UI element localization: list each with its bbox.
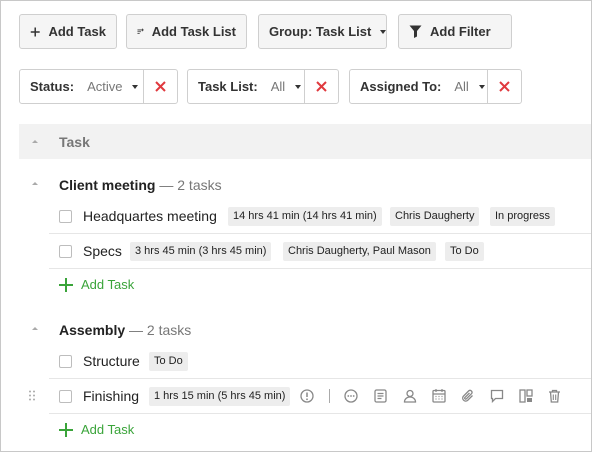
group-dropdown[interactable]: Group: Task List xyxy=(258,14,387,49)
chevron-down-icon xyxy=(478,84,485,89)
notes-icon[interactable] xyxy=(374,389,387,403)
task-checkbox[interactable] xyxy=(59,354,72,368)
status-filter[interactable]: Status: Active xyxy=(19,69,178,104)
calendar-icon[interactable] xyxy=(432,388,446,403)
add-filter-button[interactable]: Add Filter xyxy=(398,14,512,49)
group-name: Client meeting xyxy=(59,177,156,193)
status-tag: In progress xyxy=(490,207,556,226)
attachment-icon[interactable] xyxy=(461,389,475,403)
group-header: Client meeting — 2 tasks xyxy=(59,177,222,193)
table-row[interactable]: Specs 3 hrs 45 min (3 hrs 45 min) Chris … xyxy=(49,234,591,269)
filter-value: All xyxy=(270,79,286,94)
filter-label: Assigned To: xyxy=(360,79,442,94)
close-icon xyxy=(155,81,166,92)
assignee-icon[interactable] xyxy=(403,389,417,403)
close-icon xyxy=(316,81,327,92)
add-task-list-label: Add Task List xyxy=(151,24,236,39)
assignee-tag: Chris Daugherty xyxy=(390,207,480,226)
time-tag: 1 hrs 15 min (5 hrs 45 min) xyxy=(149,387,291,406)
add-task-label: Add Task xyxy=(48,24,106,39)
add-task-label: Add Task xyxy=(81,277,135,292)
time-tag: 14 hrs 41 min (14 hrs 41 min) xyxy=(228,207,382,226)
table-row[interactable]: Finishing 1 hrs 15 min (5 hrs 45 min) xyxy=(49,379,591,414)
more-icon[interactable] xyxy=(344,389,358,403)
filter-value: All xyxy=(454,79,469,94)
filter-icon xyxy=(409,25,422,38)
add-task-link[interactable]: Add Task xyxy=(59,422,134,437)
table-header: Task xyxy=(19,124,591,159)
group-label: Group: Task List xyxy=(269,24,372,39)
task-name[interactable]: Headquartes meeting xyxy=(83,208,217,224)
group-name: Assembly xyxy=(59,322,126,338)
task-checkbox[interactable] xyxy=(59,209,72,223)
remove-filter-button[interactable] xyxy=(487,70,521,103)
table-row[interactable]: Headquartes meeting 14 hrs 41 min (14 hr… xyxy=(49,199,591,234)
add-task-label: Add Task xyxy=(81,422,135,437)
drag-handle-icon[interactable] xyxy=(29,390,35,401)
group-header: Assembly — 2 tasks xyxy=(59,322,191,338)
task-list-filter[interactable]: Task List: All xyxy=(187,69,339,104)
priority-icon[interactable] xyxy=(300,389,314,403)
close-icon xyxy=(499,81,510,92)
remove-filter-button[interactable] xyxy=(143,70,177,103)
filter-value: Active xyxy=(87,79,123,94)
group-count: — 2 tasks xyxy=(129,322,192,338)
add-list-icon xyxy=(137,28,144,34)
filter-label: Status: xyxy=(30,79,75,94)
task-name[interactable]: Finishing xyxy=(83,388,139,404)
board-icon[interactable] xyxy=(519,389,533,403)
task-column-header: Task xyxy=(59,133,90,150)
comment-icon[interactable] xyxy=(490,389,504,403)
task-name[interactable]: Structure xyxy=(83,353,140,369)
table-row[interactable]: Structure To Do xyxy=(49,344,591,379)
collapse-all-icon[interactable] xyxy=(32,140,38,143)
collapse-group-icon[interactable] xyxy=(32,327,38,330)
add-task-list-button[interactable]: Add Task List xyxy=(126,14,247,49)
plus-icon xyxy=(59,277,73,292)
plus-icon xyxy=(30,27,40,36)
chevron-down-icon xyxy=(295,84,302,89)
status-tag: To Do xyxy=(149,352,188,371)
assignee-tag: Chris Daugherty, Paul Mason xyxy=(283,242,436,261)
time-tag: 3 hrs 45 min (3 hrs 45 min) xyxy=(130,242,272,261)
task-checkbox[interactable] xyxy=(59,244,72,258)
group-count: — 2 tasks xyxy=(159,177,222,193)
task-name[interactable]: Specs xyxy=(83,243,122,259)
trash-icon[interactable] xyxy=(548,389,561,403)
add-task-button[interactable]: Add Task xyxy=(19,14,117,49)
task-checkbox[interactable] xyxy=(59,389,72,403)
chevron-down-icon xyxy=(132,84,139,89)
assigned-to-filter[interactable]: Assigned To: All xyxy=(349,69,522,104)
divider xyxy=(329,389,330,403)
plus-icon xyxy=(59,422,73,437)
add-filter-label: Add Filter xyxy=(430,24,491,39)
status-tag: To Do xyxy=(445,242,484,261)
chevron-down-icon xyxy=(380,29,387,34)
collapse-group-icon[interactable] xyxy=(32,182,38,185)
add-task-link[interactable]: Add Task xyxy=(59,277,134,292)
filter-label: Task List: xyxy=(198,79,258,94)
app-frame: Add Task Add Task List Group: Task List … xyxy=(0,0,592,452)
remove-filter-button[interactable] xyxy=(304,70,338,103)
